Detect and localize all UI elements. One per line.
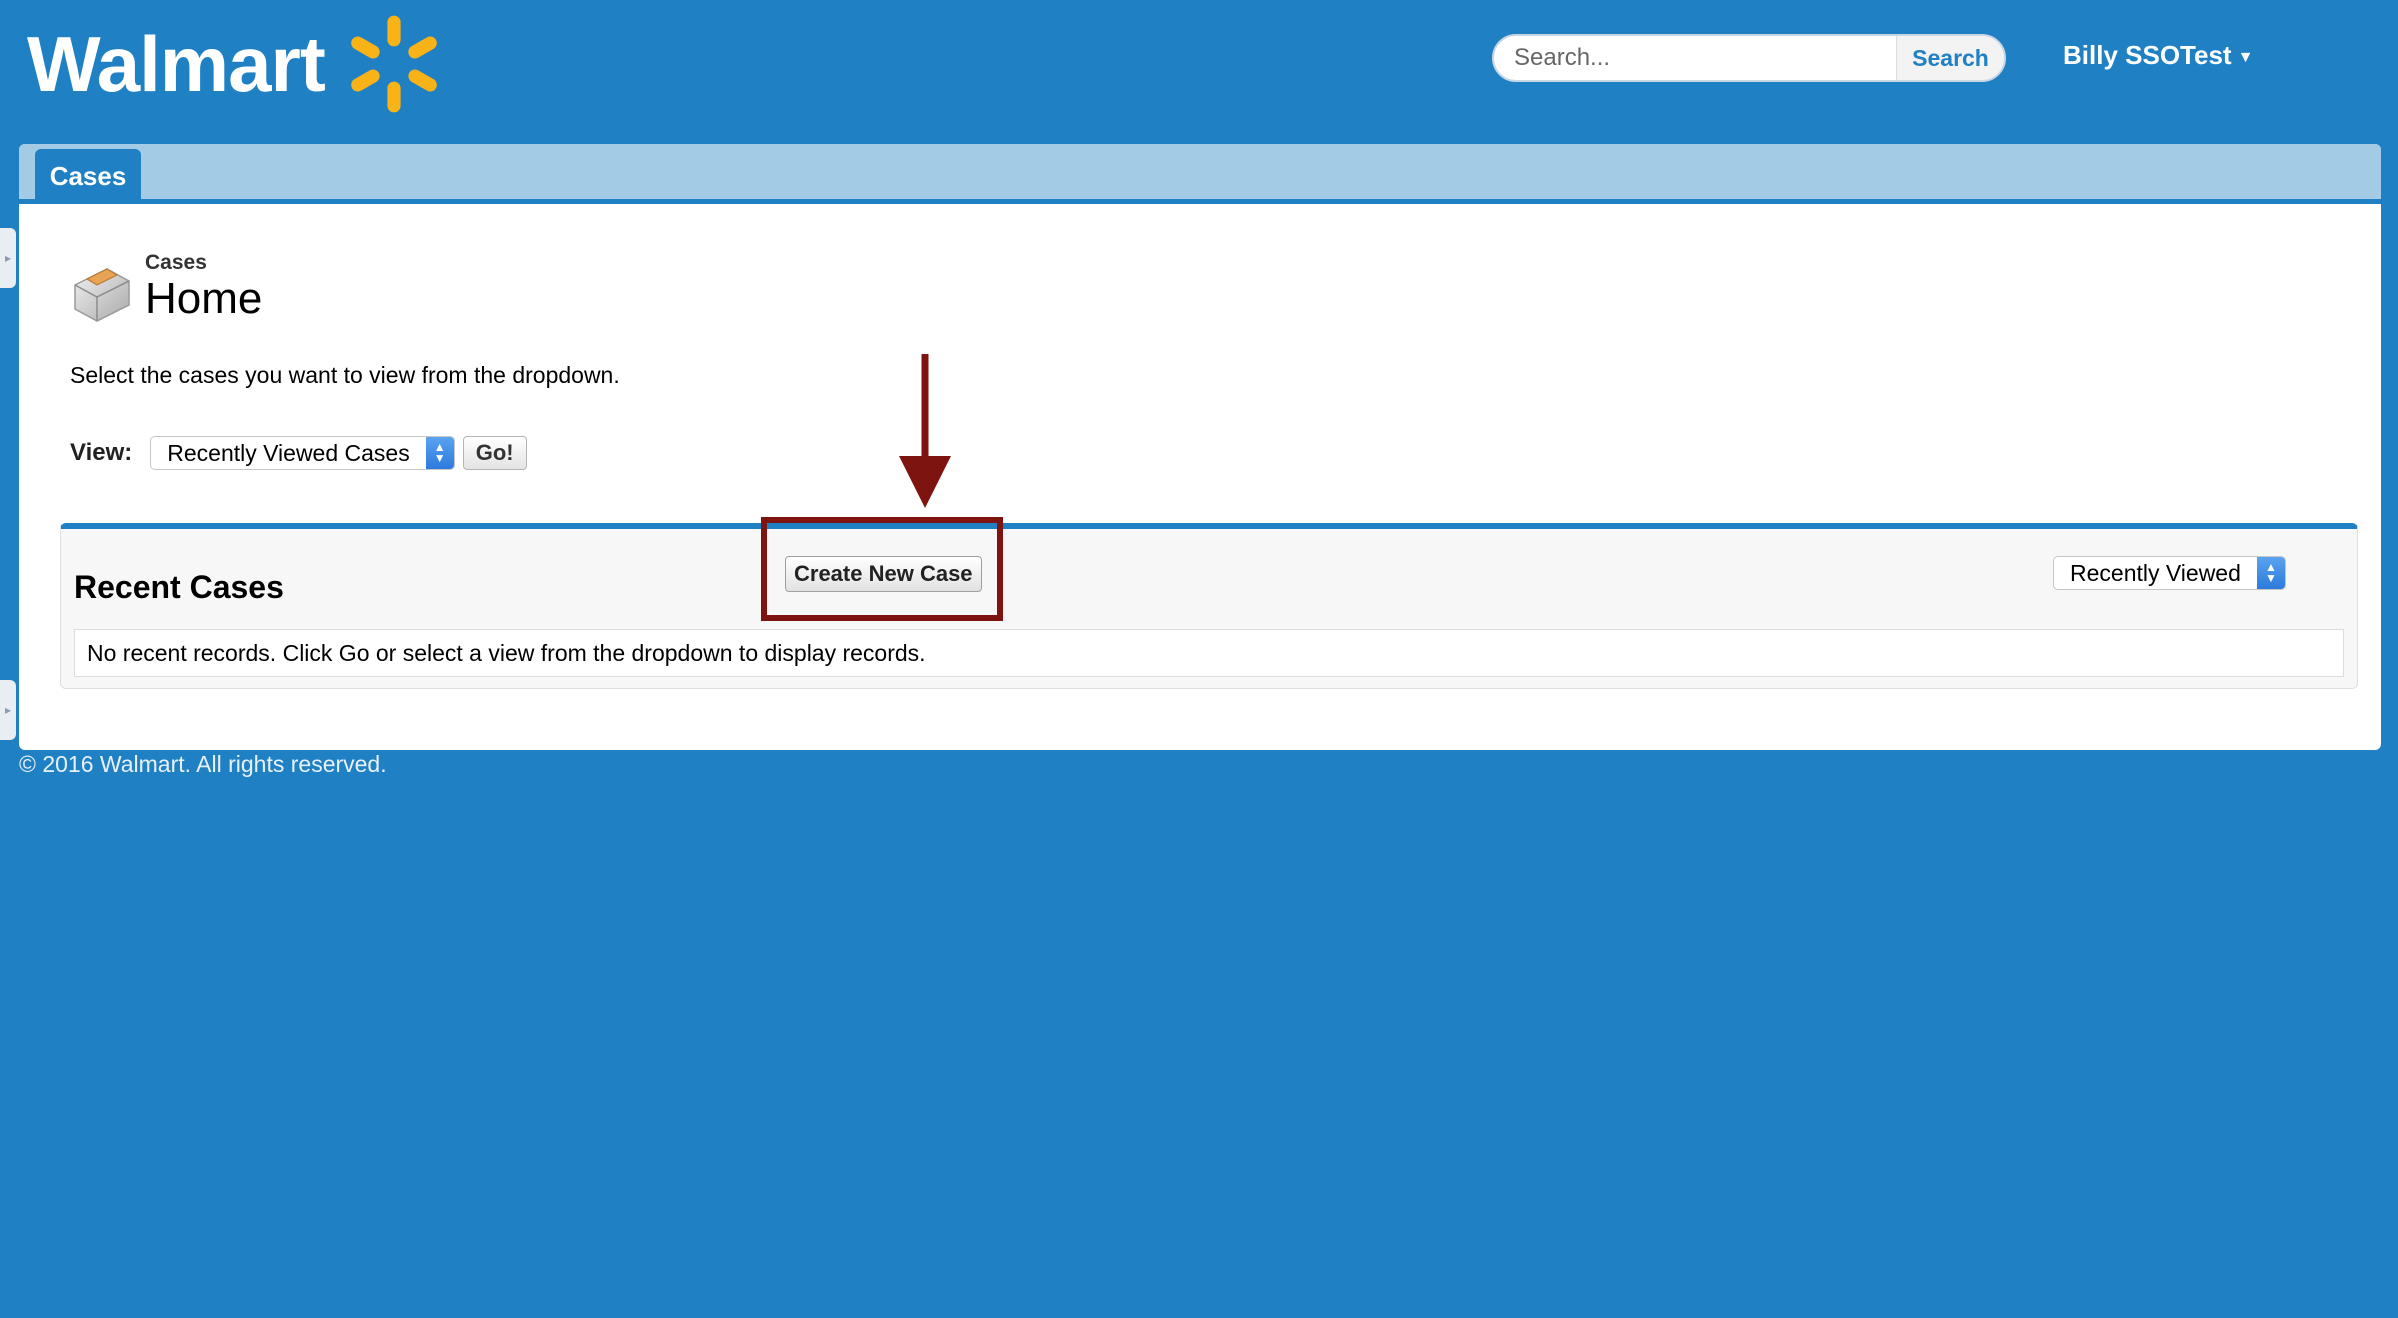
search-button[interactable]: Search (1896, 36, 2004, 80)
sidebar-toggle-bottom[interactable]: ▸ (0, 680, 16, 740)
chevron-down-icon: ▼ (2237, 48, 2254, 66)
page-header: Cases Home (67, 247, 262, 327)
search-input[interactable] (1494, 36, 1896, 80)
intro-text: Select the cases you want to view from t… (70, 362, 620, 388)
view-select[interactable]: Recently Viewed Cases ▲ ▼ (150, 436, 455, 470)
user-menu[interactable]: Billy SSOTest ▼ (2063, 40, 2253, 71)
create-new-case-button[interactable]: Create New Case (785, 556, 982, 592)
select-arrows-icon: ▲ ▼ (2256, 557, 2285, 589)
spark-icon (351, 15, 437, 113)
main-panel: Cases Cases Home Select the cases you wa… (19, 144, 2381, 750)
chevron-right-icon: ▸ (4, 703, 12, 717)
breadcrumb: Cases (145, 251, 207, 274)
tab-bar: Cases (19, 144, 2381, 204)
annotation-arrow-icon (899, 354, 951, 508)
search-box: Search (1492, 34, 2006, 82)
user-name: Billy SSOTest (2063, 40, 2232, 70)
recent-cases-title: Recent Cases (74, 569, 284, 605)
view-label: View: (70, 439, 133, 466)
recent-cases-section: Recent Cases Create New Case Recently Vi… (60, 517, 2358, 689)
logo-text: Walmart (27, 20, 326, 108)
recent-filter-value: Recently Viewed (2070, 559, 2241, 586)
tab-cases[interactable]: Cases (35, 149, 141, 204)
recent-filter-select[interactable]: Recently Viewed ▲ ▼ (2053, 556, 2286, 590)
chevron-right-icon: ▸ (4, 251, 12, 265)
footer-copyright: © 2016 Walmart. All rights reserved. (19, 751, 387, 777)
select-arrows-icon: ▲ ▼ (425, 437, 454, 469)
go-button[interactable]: Go! (462, 436, 527, 470)
walmart-logo[interactable]: Walmart (27, 14, 449, 114)
view-select-value: Recently Viewed Cases (167, 439, 410, 466)
tab-cases-label: Cases (49, 161, 127, 191)
view-row: View: Recently Viewed Cases ▲ ▼ Go! (70, 436, 527, 470)
empty-records-row: No recent records. Click Go or select a … (74, 629, 2344, 677)
briefcase-icon (74, 268, 130, 322)
site-header: Walmart Search Billy SSOTest ▼ (0, 0, 2398, 140)
page-title: Home (145, 274, 263, 323)
sidebar-toggle-top[interactable]: ▸ (0, 228, 16, 288)
